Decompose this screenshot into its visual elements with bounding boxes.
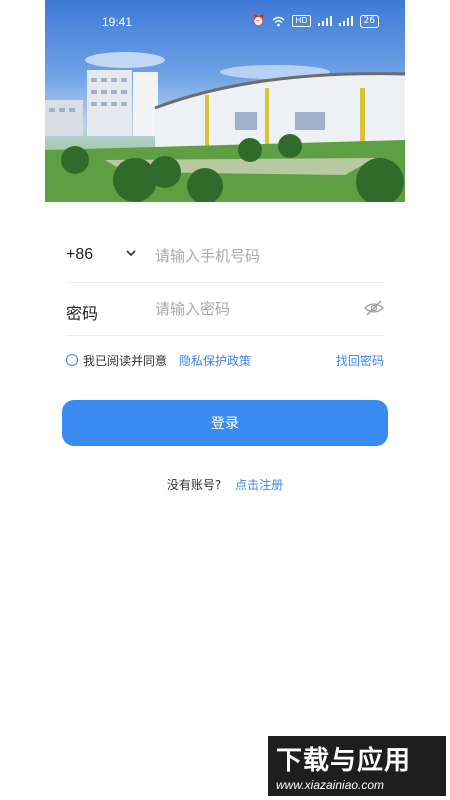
- watermark-logo: 下载与应用 www.xiazainiao.com: [268, 736, 446, 796]
- chevron-down-icon[interactable]: [126, 248, 136, 258]
- password-input[interactable]: [155, 297, 365, 321]
- hd-icon: HD: [292, 15, 311, 27]
- agreement-row: 我已阅读并同意 隐私保护政策 找回密码: [66, 352, 384, 370]
- signal-icon: [338, 16, 353, 26]
- privacy-policy-link[interactable]: 隐私保护政策: [179, 352, 251, 369]
- country-code[interactable]: +86: [66, 246, 93, 264]
- agree-radio[interactable]: [66, 354, 78, 366]
- forgot-password-link[interactable]: 找回密码: [336, 352, 384, 369]
- campus-banner-image: 19:41 ⏰ HD 26: [45, 0, 405, 202]
- signal-icon: [317, 16, 332, 26]
- watermark-url: www.xiazainiao.com: [276, 778, 385, 792]
- password-label: 密码: [66, 304, 99, 323]
- login-button[interactable]: 登录: [62, 400, 388, 446]
- register-question: 没有账号?: [166, 478, 222, 492]
- status-time: 19:41: [102, 15, 133, 29]
- register-link[interactable]: 点击注册: [235, 478, 283, 492]
- eye-off-icon[interactable]: [364, 299, 384, 317]
- status-icons: ⏰ HD 26: [252, 14, 379, 28]
- wifi-icon: [272, 16, 285, 26]
- agreement-text: 我已阅读并同意: [83, 354, 168, 368]
- register-row: 没有账号? 点击注册: [0, 476, 450, 493]
- phone-row: +86: [66, 230, 384, 283]
- password-row: 密码: [66, 283, 384, 336]
- phone-input[interactable]: [155, 244, 365, 268]
- battery-icon: 26: [359, 14, 379, 28]
- status-bar: 19:41 ⏰ HD 26: [45, 0, 405, 44]
- alarm-icon: ⏰: [251, 14, 266, 27]
- watermark-title: 下载与应用: [276, 746, 412, 776]
